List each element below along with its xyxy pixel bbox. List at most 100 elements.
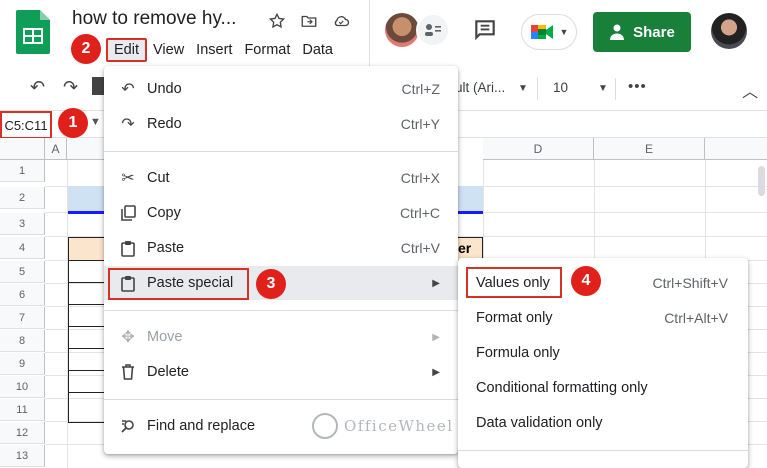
- row-header[interactable]: 2: [0, 187, 45, 209]
- submenu-separator: [458, 450, 748, 451]
- menu-item-label: Undo: [147, 81, 182, 97]
- menu-format[interactable]: Format: [238, 40, 296, 60]
- column-header-f[interactable]: [705, 138, 767, 160]
- font-size-select[interactable]: 10: [553, 80, 568, 95]
- submenu-item-shortcut: Ctrl+Alt+V: [664, 309, 728, 326]
- toolbar-separator: [537, 78, 538, 100]
- table-cell[interactable]: [68, 261, 108, 283]
- comment-icon[interactable]: [472, 17, 498, 43]
- row-header[interactable]: 11: [0, 399, 45, 421]
- table-cell[interactable]: [68, 283, 108, 305]
- menu-view[interactable]: View: [147, 40, 190, 60]
- callout-badge-1: 1: [58, 108, 88, 138]
- vertical-scrollbar[interactable]: [758, 166, 765, 196]
- undo-icon: ↶: [121, 81, 135, 98]
- font-family-select[interactable]: ult (Ari...: [455, 80, 505, 95]
- submenu-item-label: Conditional formatting only: [476, 379, 648, 396]
- row-header[interactable]: 3: [0, 213, 45, 235]
- submenu-item-format-only[interactable]: Format only Ctrl+Alt+V: [458, 300, 748, 335]
- collaborator-avatar[interactable]: [385, 13, 419, 47]
- cloud-saved-icon[interactable]: [330, 10, 352, 32]
- submenu-item-label: Format only: [476, 309, 553, 326]
- more-options-icon[interactable]: •••: [628, 78, 647, 95]
- sheets-logo[interactable]: [16, 10, 50, 54]
- name-box[interactable]: C5:C11: [0, 111, 52, 139]
- collaborator-more-icon[interactable]: [416, 13, 450, 47]
- menu-item-redo[interactable]: ↷ Redo Ctrl+Y: [104, 107, 458, 141]
- menu-item-move[interactable]: ✥ Move ▶: [104, 320, 458, 354]
- callout-badge-2: 2: [71, 34, 101, 64]
- copy-icon: [119, 204, 137, 222]
- row-header[interactable]: 4: [0, 237, 45, 259]
- redo-icon: ↷: [121, 116, 135, 133]
- row-header[interactable]: 7: [0, 307, 45, 329]
- document-title[interactable]: how to remove hy...: [72, 8, 236, 30]
- row-header[interactable]: 5: [0, 261, 45, 283]
- move-to-folder-icon[interactable]: [298, 10, 320, 32]
- table-cell[interactable]: [68, 305, 108, 327]
- menu-item-shortcut: Ctrl+X: [400, 170, 440, 186]
- submenu-arrow-icon: ▶: [432, 277, 440, 289]
- watermark: OfficeWheel: [312, 413, 454, 439]
- meet-icon: [530, 25, 553, 39]
- table-cell[interactable]: [68, 393, 108, 423]
- menu-edit[interactable]: Edit: [106, 38, 147, 62]
- menu-item-shortcut: Ctrl+Y: [400, 116, 440, 132]
- meet-button[interactable]: ▼: [521, 14, 577, 50]
- row-header[interactable]: 6: [0, 284, 45, 306]
- highlight-box-values-only: [466, 267, 562, 298]
- menu-item-paste[interactable]: Paste Ctrl+V: [104, 231, 458, 265]
- menu-item-cut[interactable]: ✂ Cut Ctrl+X: [104, 161, 458, 195]
- menu-item-label: Copy: [147, 205, 181, 221]
- menu-item-copy[interactable]: Copy Ctrl+C: [104, 196, 458, 230]
- menu-separator: [104, 399, 458, 400]
- row-header[interactable]: 13: [0, 445, 45, 467]
- toolbar-redo-icon[interactable]: ↷: [63, 77, 78, 98]
- table-cell[interactable]: [68, 349, 108, 371]
- toolbar-undo-icon[interactable]: ↶: [30, 77, 45, 98]
- share-button[interactable]: Share: [593, 12, 691, 52]
- row-header[interactable]: 12: [0, 422, 45, 444]
- menu-item-label: Move: [147, 329, 183, 345]
- column-header-d[interactable]: D: [483, 138, 594, 160]
- submenu-arrow-icon: ▶: [432, 366, 440, 378]
- table-cell[interactable]: [68, 327, 108, 349]
- collapse-menus-icon[interactable]: ︿: [742, 78, 758, 102]
- submenu-item-label: Data validation only: [476, 414, 603, 431]
- menu-insert[interactable]: Insert: [190, 40, 238, 60]
- star-icon[interactable]: [266, 10, 288, 32]
- menu-item-label: Delete: [147, 364, 189, 380]
- table-cell[interactable]: [68, 371, 108, 393]
- row-header[interactable]: 8: [0, 330, 45, 352]
- submenu-arrow-icon: ▶: [432, 331, 440, 343]
- name-box-caret-icon[interactable]: ▼: [90, 116, 101, 128]
- menu-item-undo[interactable]: ↶ Undo Ctrl+Z: [104, 72, 458, 106]
- account-avatar[interactable]: [711, 13, 747, 49]
- menu-item-shortcut: Ctrl+Z: [401, 81, 441, 97]
- submenu-item-shortcut: Ctrl+Shift+V: [652, 274, 728, 291]
- column-header-e[interactable]: E: [594, 138, 705, 160]
- row-header[interactable]: 9: [0, 353, 45, 375]
- grid-corner[interactable]: [0, 138, 45, 160]
- title-icons: [266, 10, 352, 32]
- menu-separator: [104, 310, 458, 311]
- watermark-text: OfficeWheel: [344, 417, 454, 435]
- row-header[interactable]: 1: [0, 160, 45, 182]
- submenu-item-formula-only[interactable]: Formula only: [458, 335, 748, 370]
- submenu-item-data-validation-only[interactable]: Data validation only: [458, 405, 748, 440]
- paste-icon: [119, 239, 137, 257]
- column-header-a[interactable]: A: [45, 138, 67, 160]
- menu-item-shortcut: Ctrl+C: [399, 205, 440, 221]
- find-replace-icon: [119, 417, 137, 435]
- font-size-caret-icon: ▼: [598, 83, 608, 94]
- menu-item-label: Cut: [147, 170, 170, 186]
- menu-item-delete[interactable]: Delete ▶: [104, 355, 458, 389]
- menu-item-label: Paste: [147, 240, 185, 256]
- submenu-item-conditional-formatting-only[interactable]: Conditional formatting only: [458, 370, 748, 405]
- chevron-down-icon: ▼: [559, 27, 569, 37]
- row-header[interactable]: 10: [0, 376, 45, 398]
- move-icon: ✥: [121, 329, 135, 346]
- table-header-text: er: [458, 240, 472, 256]
- menu-data[interactable]: Data: [296, 40, 339, 60]
- callout-badge-4: 4: [571, 266, 601, 296]
